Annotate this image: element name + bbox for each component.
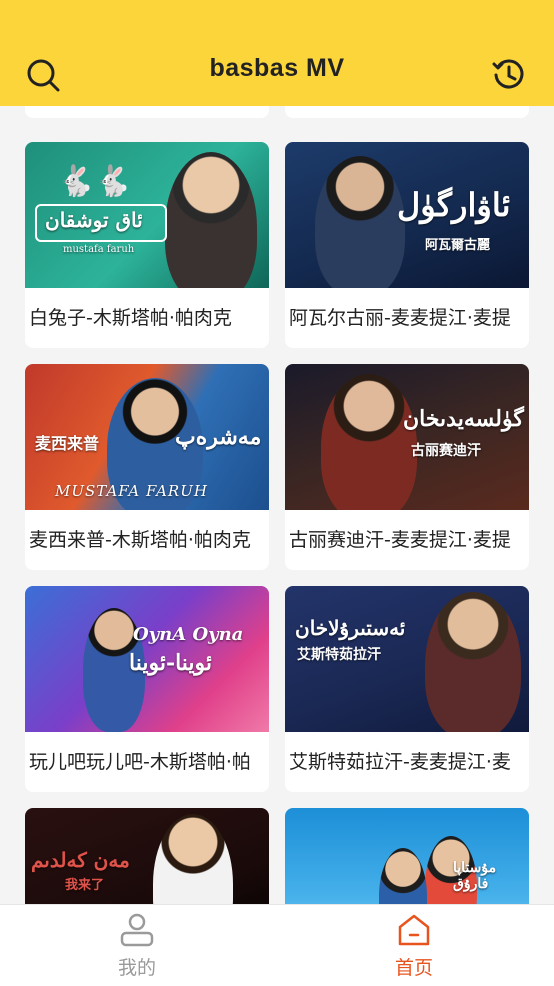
thumb-title: ئەستىرۇلاخان: [295, 616, 406, 640]
video-thumbnail[interactable]: مۇستاپا فارۇق: [285, 808, 529, 904]
thumb-subtitle: 古丽赛迪汗: [411, 443, 481, 459]
thumb-title: گۈلسەيدىخان: [403, 406, 524, 432]
tab-home-label: 首页: [394, 957, 433, 979]
singer-image: [165, 152, 257, 288]
video-card[interactable]: 麦西来普 مەشرەپ MUSTAFA FARUH 麦西来普-木斯塔帕·帕肉克: [25, 364, 269, 570]
video-card[interactable]: مەن كەلدىم 我来了: [25, 808, 269, 904]
singer-image: [425, 592, 521, 732]
video-thumbnail[interactable]: OynA Oyna ئوينا-ئوينا: [25, 586, 269, 732]
video-thumbnail[interactable]: 麦西来普 مەشرەپ MUSTAFA FARUH: [25, 364, 269, 510]
video-card[interactable]: [25, 106, 269, 118]
thumb-title: مەن كەلدىم: [31, 848, 130, 872]
bottom-tab-bar: 我的 首页: [0, 904, 554, 986]
video-thumbnail[interactable]: گۈلسەيدىخان 古丽赛迪汗: [285, 364, 529, 510]
singer-image: [153, 814, 233, 904]
page-title: basbas MV: [209, 54, 345, 82]
history-icon[interactable]: [492, 58, 526, 92]
video-card[interactable]: OynA Oyna ئوينا-ئوينا 玩儿吧玩儿吧-木斯塔帕·帕: [25, 586, 269, 792]
thumb-subtitle: 阿瓦爾古麗: [425, 238, 491, 253]
video-title: 阿瓦尔古丽-麦麦提江·麦提: [289, 307, 511, 329]
thumb-title: OynA Oyna: [133, 624, 244, 645]
video-thumbnail[interactable]: ئاۋارگۈل 阿瓦爾古麗: [285, 142, 529, 288]
thumb-subtitle: 艾斯特茹拉汗: [297, 647, 381, 663]
thumb-subtitle: mustafa faruh: [63, 244, 135, 255]
thumb-subtitle: ئوينا-ئوينا: [129, 650, 213, 676]
tab-home[interactable]: 首页: [354, 911, 474, 980]
video-feed[interactable]: 🐇🐇 ئاق توشقان mustafa faruh 白兔子-木斯塔帕·帕肉克…: [0, 106, 554, 904]
singer-image: [315, 156, 405, 288]
video-card[interactable]: ئەستىرۇلاخان 艾斯特茹拉汗 艾斯特茹拉汗-麦麦提江·麦: [285, 586, 529, 792]
video-title: 艾斯特茹拉汗-麦麦提江·麦: [289, 751, 511, 773]
video-thumbnail[interactable]: ئەستىرۇلاخان 艾斯特茹拉汗: [285, 586, 529, 732]
thumb-subtitle: 我来了: [65, 878, 105, 893]
video-thumbnail[interactable]: 🐇🐇 ئاق توشقان mustafa faruh: [25, 142, 269, 288]
bunny-logo: 🐇🐇: [57, 164, 132, 199]
video-card[interactable]: [285, 106, 529, 118]
home-icon: [398, 914, 430, 946]
video-title: 玩儿吧玩儿吧-木斯塔帕·帕: [29, 751, 251, 773]
video-title: 古丽赛迪汗-麦麦提江·麦提: [289, 529, 511, 551]
thumb-title: ئاۋارگۈل: [397, 186, 511, 224]
thumb-subtitle: MUSTAFA FARUH: [55, 482, 208, 500]
thumb-title: ئاق توشقان: [45, 208, 143, 232]
video-card[interactable]: 🐇🐇 ئاق توشقان mustafa faruh 白兔子-木斯塔帕·帕肉克: [25, 142, 269, 348]
singer-image: [321, 374, 417, 510]
video-title: 麦西来普-木斯塔帕·帕肉克: [29, 529, 251, 551]
tab-mine[interactable]: 我的: [77, 911, 197, 980]
singer-image: [379, 848, 427, 904]
tab-mine-label: 我的: [117, 957, 156, 979]
video-thumbnail[interactable]: مەن كەلدىم 我来了: [25, 808, 269, 904]
video-card[interactable]: گۈلسەيدىخان 古丽赛迪汗 古丽赛迪汗-麦麦提江·麦提: [285, 364, 529, 570]
video-title: 白兔子-木斯塔帕·帕肉克: [29, 307, 232, 329]
user-icon: [120, 913, 154, 947]
thumb-title: مەشرەپ: [175, 424, 262, 450]
video-card[interactable]: ئاۋارگۈل 阿瓦爾古麗 阿瓦尔古丽-麦麦提江·麦提: [285, 142, 529, 348]
thumb-title: مۇستاپا فارۇق: [453, 860, 497, 892]
thumb-tag: 麦西来普: [35, 434, 100, 453]
app-header: basbas MV: [0, 0, 554, 106]
video-card[interactable]: مۇستاپا فارۇق: [285, 808, 529, 904]
